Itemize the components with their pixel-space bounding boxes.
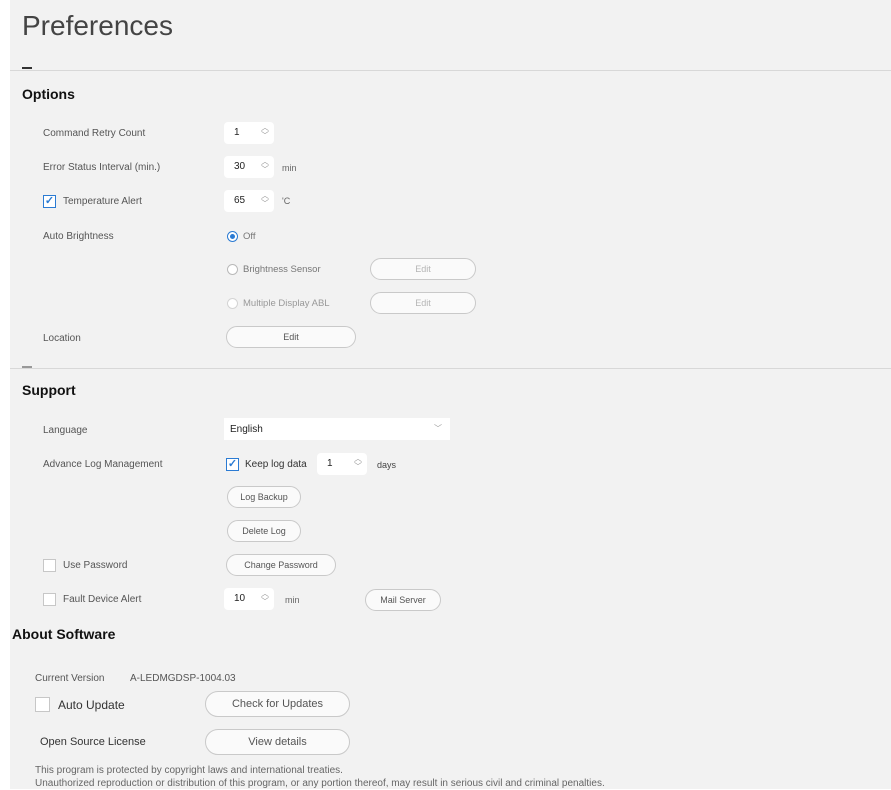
- preferences-panel: [10, 0, 891, 789]
- temperature-alert-value: 65: [234, 195, 246, 206]
- keep-log-days-unit: days: [377, 460, 397, 470]
- legal-notice-line1: This program is protected by copyright l…: [35, 765, 343, 776]
- divider: [10, 70, 891, 71]
- view-details-button[interactable]: View details: [205, 729, 350, 755]
- mail-server-button[interactable]: Mail Server: [365, 589, 441, 611]
- command-retry-count-label: Command Retry Count: [43, 128, 146, 139]
- temperature-alert-checkbox[interactable]: ✓: [43, 195, 56, 208]
- change-password-button[interactable]: Change Password: [226, 554, 336, 576]
- command-retry-count-value: 1: [234, 127, 240, 138]
- stepper-arrows-icon[interactable]: ︿ ﹀: [260, 192, 270, 210]
- auto-update-label: Auto Update: [58, 698, 125, 712]
- auto-brightness-off-label: Off: [243, 231, 256, 242]
- collapse-options-icon[interactable]: [22, 67, 32, 69]
- log-backup-button[interactable]: Log Backup: [227, 486, 301, 508]
- stepper-arrows-icon[interactable]: ︿ ﹀: [260, 124, 270, 142]
- error-status-interval-unit: min: [282, 163, 297, 173]
- multiple-display-abl-edit-button[interactable]: Edit: [370, 292, 476, 314]
- temperature-alert-stepper[interactable]: 65 ︿ ﹀: [224, 190, 274, 212]
- command-retry-count-stepper[interactable]: 1 ︿ ﹀: [224, 122, 274, 144]
- use-password-label: Use Password: [63, 560, 128, 571]
- keep-log-checkbox[interactable]: ✓: [226, 458, 239, 471]
- stepper-arrows-icon[interactable]: ︿ ﹀: [260, 158, 270, 176]
- keep-log-days-value: 1: [327, 458, 333, 469]
- page-title: Preferences: [22, 10, 173, 41]
- auto-update-checkbox[interactable]: [35, 697, 50, 712]
- stepper-arrows-icon[interactable]: ︿ ﹀: [260, 590, 270, 608]
- language-select[interactable]: English ﹀: [224, 418, 450, 440]
- error-status-interval-value: 30: [234, 161, 246, 172]
- legal-notice-line2: Unauthorized reproduction or distributio…: [35, 778, 605, 789]
- about-section-title: About Software: [12, 626, 116, 642]
- temperature-alert-label: Temperature Alert: [63, 196, 142, 207]
- error-status-interval-stepper[interactable]: 30 ︿ ﹀: [224, 156, 274, 178]
- use-password-checkbox[interactable]: [43, 559, 56, 572]
- error-status-interval-label: Error Status Interval (min.): [43, 162, 161, 173]
- brightness-sensor-radio[interactable]: [227, 264, 238, 275]
- language-value: English: [230, 424, 263, 435]
- auto-brightness-label: Auto Brightness: [43, 231, 114, 242]
- fault-device-alert-unit: min: [285, 595, 300, 605]
- divider: [10, 368, 891, 369]
- chevron-down-icon: ﹀: [434, 424, 442, 433]
- location-edit-button[interactable]: Edit: [226, 326, 356, 348]
- multiple-display-abl-label: Multiple Display ABL: [243, 298, 330, 309]
- auto-brightness-off-radio[interactable]: [227, 231, 238, 242]
- check-for-updates-button[interactable]: Check for Updates: [205, 691, 350, 717]
- location-label: Location: [43, 333, 81, 344]
- advance-log-label: Advance Log Management: [43, 459, 163, 470]
- current-version-value: A-LEDMGDSP-1004.03: [130, 673, 236, 684]
- multiple-display-abl-radio[interactable]: [227, 298, 238, 309]
- fault-device-alert-stepper[interactable]: 10 ︿ ﹀: [224, 588, 274, 610]
- stepper-arrows-icon[interactable]: ︿ ﹀: [353, 455, 363, 473]
- open-source-license-label: Open Source License: [40, 736, 146, 748]
- keep-log-label: Keep log data: [245, 459, 307, 470]
- language-label: Language: [43, 425, 88, 436]
- keep-log-days-stepper[interactable]: 1 ︿ ﹀: [317, 453, 367, 475]
- options-section-title: Options: [22, 86, 75, 102]
- delete-log-button[interactable]: Delete Log: [227, 520, 301, 542]
- support-section-title: Support: [22, 382, 76, 398]
- brightness-sensor-edit-button[interactable]: Edit: [370, 258, 476, 280]
- brightness-sensor-label: Brightness Sensor: [243, 264, 321, 275]
- temperature-unit: 'C: [282, 196, 291, 206]
- current-version-label: Current Version: [35, 673, 105, 684]
- fault-device-alert-value: 10: [234, 593, 246, 604]
- fault-device-alert-label: Fault Device Alert: [63, 594, 142, 605]
- fault-device-alert-checkbox[interactable]: [43, 593, 56, 606]
